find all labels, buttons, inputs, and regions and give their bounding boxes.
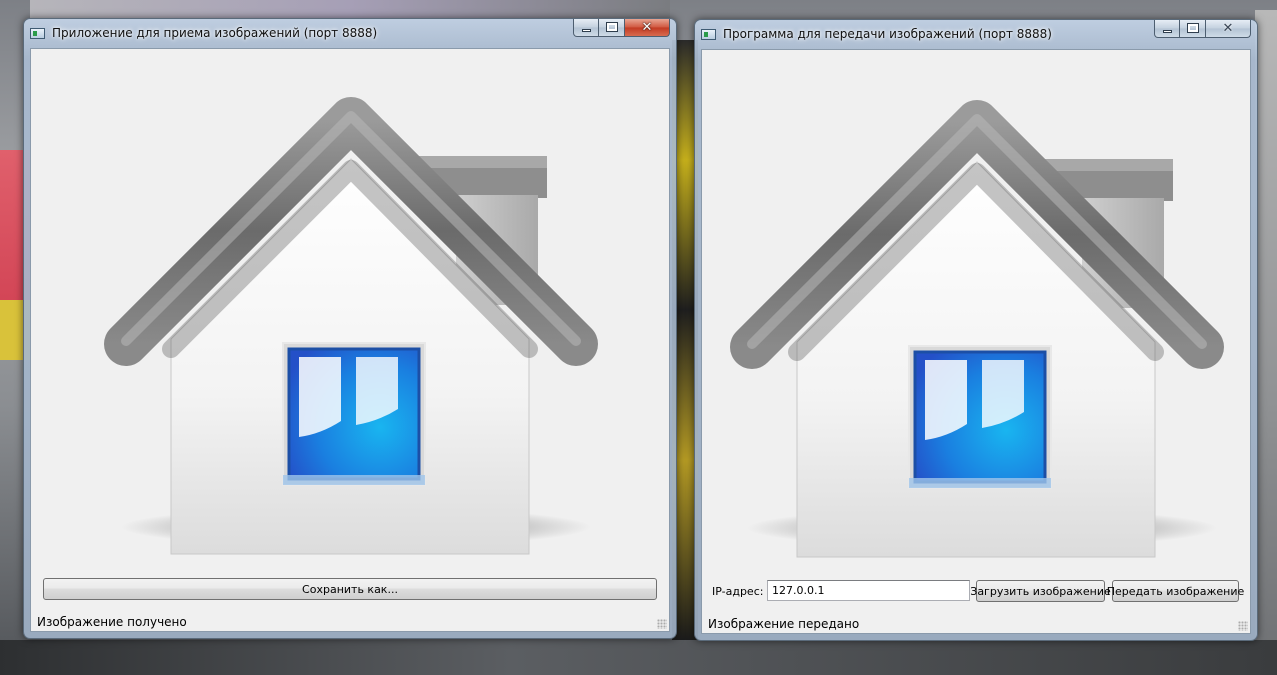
sender-window[interactable]: Программа для передачи изображений (порт… [694,19,1258,641]
sender-window-controls: ✕ [1154,20,1251,39]
load-image-button[interactable]: Загрузить изображение [970,580,1111,602]
close-button[interactable]: ✕ [1206,20,1251,38]
home-icon [104,97,598,555]
close-icon: ✕ [1222,21,1234,36]
minimize-button[interactable] [573,19,599,37]
send-image-button[interactable]: Передать изображение [1107,580,1244,602]
wallpaper-top [30,0,670,18]
receiver-window[interactable]: Приложение для приема изображений (порт … [23,18,677,639]
minimize-button[interactable] [1154,20,1180,38]
home-icon [730,100,1224,558]
sender-status: Изображение передано [708,617,860,631]
save-as-button[interactable]: Сохранить как... [43,578,657,600]
maximize-button[interactable] [1180,20,1206,38]
size-grip[interactable] [1238,621,1248,631]
app-window-icon[interactable] [701,29,716,40]
wallpaper-bottom [0,640,1277,675]
source-image [730,100,1224,558]
receiver-window-controls: ✕ [573,19,670,38]
receiver-status: Изображение получено [37,615,187,629]
maximize-button[interactable] [599,19,625,37]
close-icon: ✕ [641,20,653,35]
received-image [104,97,598,555]
ip-address-label: IP-адрес: [712,585,764,598]
close-button[interactable]: ✕ [625,19,670,37]
ip-address-input[interactable] [767,580,970,601]
receiver-titlebar[interactable]: Приложение для приема изображений (порт … [24,19,676,48]
app-window-icon[interactable] [30,28,45,39]
sender-window-title: Программа для передачи изображений (порт… [723,27,1052,41]
sender-titlebar[interactable]: Программа для передачи изображений (порт… [695,20,1257,49]
receiver-client-area: Сохранить как... Изображение получено [30,48,670,632]
wallpaper-right-strip [1255,10,1277,675]
sender-client-area: IP-адрес: Загрузить изображение Передать… [701,49,1251,634]
receiver-window-title: Приложение для приема изображений (порт … [52,26,378,40]
size-grip[interactable] [657,619,667,629]
